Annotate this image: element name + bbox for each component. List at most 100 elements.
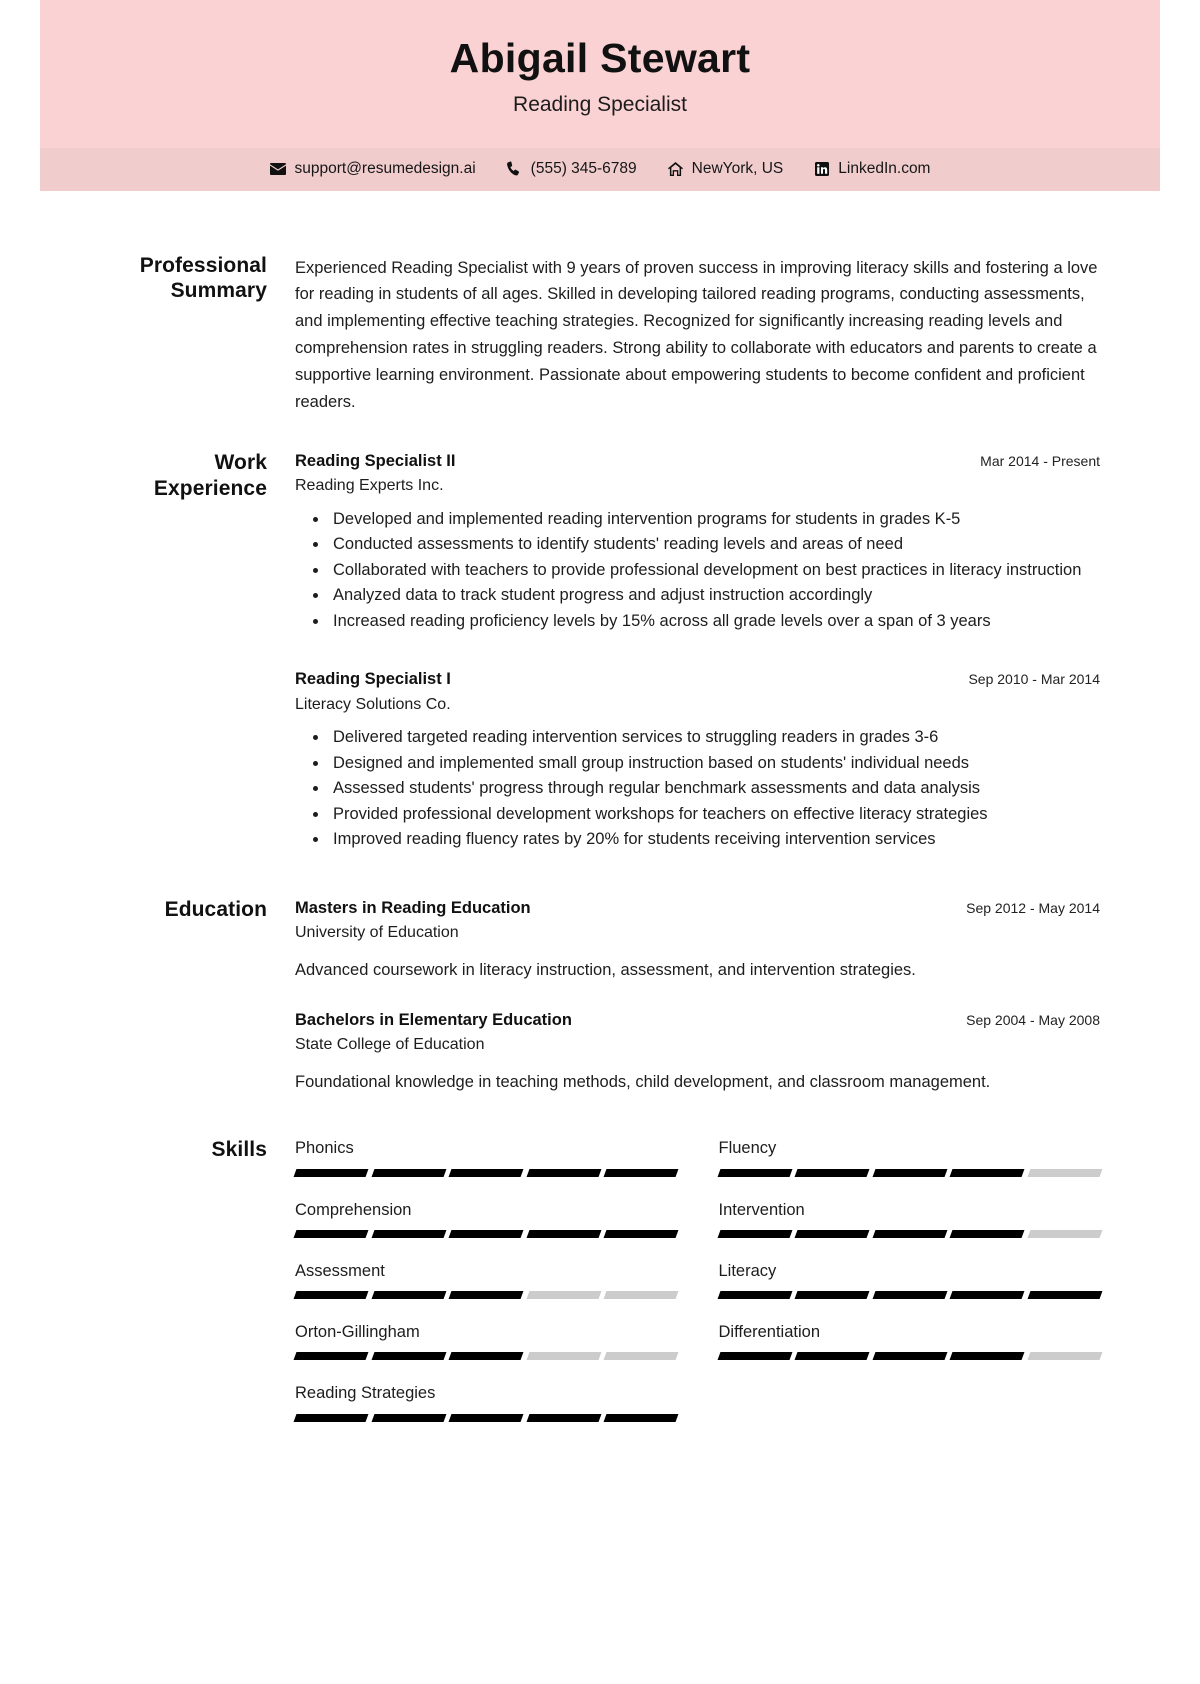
skill-level-bar [717, 1229, 1102, 1238]
skill-segment-filled [717, 1352, 792, 1361]
skill-segment-filled [872, 1168, 947, 1177]
section-work-experience: Work Experience Reading Specialist II Ma… [100, 416, 1100, 853]
skill-item: Fluency [717, 1137, 1102, 1198]
skill-item: Differentiation [717, 1321, 1102, 1382]
skill-name: Reading Strategies [295, 1384, 436, 1403]
skill-segment-filled [448, 1352, 523, 1361]
work-bullet: Developed and implemented reading interv… [329, 507, 1100, 533]
education-entry-degree: Masters in Reading Education [295, 898, 531, 917]
skill-name: Fluency [718, 1139, 777, 1158]
skill-segment-filled [371, 1413, 446, 1422]
bottom-spacer [100, 1464, 1100, 1474]
work-bullet: Delivered targeted reading intervention … [329, 725, 1100, 751]
education-entry: Bachelors in Elementary Education Sep 20… [295, 1009, 1100, 1095]
skills-grid: Phonics Fluency Comprehension Intervention A… [293, 1137, 1102, 1443]
education-entries: Masters in Reading Education Sep 2012 - … [295, 897, 1100, 1095]
work-bullet: Assessed students' progress through regu… [329, 776, 1100, 802]
candidate-job-title: Reading Specialist [513, 93, 687, 117]
skill-segment-filled [293, 1352, 368, 1361]
skill-segment-filled [293, 1291, 368, 1300]
skill-segment-filled [949, 1229, 1024, 1238]
skill-name: Intervention [718, 1200, 805, 1219]
section-education: Education Masters in Reading Education S… [100, 853, 1100, 1095]
skill-item: Intervention [717, 1199, 1102, 1260]
skill-segment-filled [371, 1291, 446, 1300]
education-entry-description: Foundational knowledge in teaching metho… [295, 1072, 991, 1091]
skill-segment-empty [1027, 1352, 1102, 1361]
resume-header: Abigail Stewart Reading Specialist [40, 0, 1160, 148]
education-entry-date: Sep 2004 - May 2008 [966, 1012, 1100, 1029]
linkedin-icon [813, 161, 830, 176]
work-entry-head: Reading Specialist II Mar 2014 - Present [295, 450, 1100, 472]
section-label-skills: Skills [211, 1138, 267, 1162]
section-label-education: Education [164, 897, 267, 921]
skill-segment-filled [526, 1168, 601, 1177]
skill-name: Assessment [295, 1261, 385, 1280]
skill-item: Reading Strategies [293, 1382, 678, 1443]
skill-level-bar [717, 1291, 1102, 1300]
skill-level-bar [717, 1168, 1102, 1177]
work-entry-company: Literacy Solutions Co. [295, 695, 451, 713]
education-entry: Masters in Reading Education Sep 2012 - … [295, 897, 1100, 983]
section-label-work: Work Experience [153, 450, 267, 500]
skill-segment-empty [603, 1291, 678, 1300]
summary-body: Experienced Reading Specialist with 9 ye… [295, 253, 1100, 416]
skill-segment-filled [794, 1352, 869, 1361]
skill-name: Orton-Gillingham [295, 1323, 420, 1342]
skill-segment-filled [526, 1229, 601, 1238]
skill-segment-filled [371, 1168, 446, 1177]
skill-segment-filled [794, 1168, 869, 1177]
contact-phone[interactable]: (555) 345-6789 [506, 160, 637, 178]
education-entry-head: Masters in Reading Education Sep 2012 - … [295, 897, 1100, 919]
skill-segment-filled [448, 1413, 523, 1422]
contact-email-text: support@resumedesign.ai [294, 159, 476, 177]
skill-segment-filled [717, 1229, 792, 1238]
skill-segment-filled [949, 1168, 1024, 1177]
skill-segment-filled [448, 1229, 523, 1238]
skill-level-bar [293, 1352, 678, 1361]
education-entry-degree: Bachelors in Elementary Education [295, 1011, 572, 1030]
work-entry-title: Reading Specialist I [295, 670, 451, 689]
skill-segment-filled [717, 1168, 792, 1177]
work-entries: Reading Specialist II Mar 2014 - Present… [295, 450, 1100, 853]
contact-email[interactable]: support@resumedesign.ai [270, 160, 476, 178]
phone-icon [506, 161, 523, 176]
skill-item: Phonics [293, 1137, 678, 1198]
skill-segment-filled [794, 1291, 869, 1300]
work-bullet: Improved reading fluency rates by 20% fo… [329, 827, 1100, 853]
contact-location-text: NewYork, US [691, 159, 784, 177]
section-professional-summary: Professional Summary Experienced Reading… [100, 191, 1100, 416]
skill-segment-filled [872, 1229, 947, 1238]
skill-segment-empty [526, 1291, 601, 1300]
work-bullet: Provided professional development worksh… [329, 802, 1100, 828]
skill-segment-filled [1027, 1291, 1102, 1300]
work-entry-head: Reading Specialist I Sep 2010 - Mar 2014 [295, 668, 1100, 690]
skill-level-bar [293, 1168, 678, 1177]
skill-segment-filled [872, 1291, 947, 1300]
work-bullet: Conducted assessments to identify studen… [329, 532, 1100, 558]
skill-item: Assessment [293, 1260, 678, 1321]
skill-segment-filled [293, 1413, 368, 1422]
work-entry-bullets: Delivered targeted reading intervention … [295, 725, 1100, 853]
skill-item: Orton-Gillingham [293, 1321, 678, 1382]
skill-level-bar [293, 1291, 678, 1300]
skill-item: Literacy [717, 1260, 1102, 1321]
skill-segment-filled [293, 1168, 368, 1177]
contact-linkedin[interactable]: LinkedIn.com [813, 160, 930, 178]
skill-segment-filled [526, 1413, 601, 1422]
contact-phone-text: (555) 345-6789 [530, 159, 637, 177]
contact-linkedin-text: LinkedIn.com [838, 159, 931, 177]
skills-body: Phonics Fluency Comprehension Intervention A… [293, 1137, 1102, 1443]
skill-segment-filled [603, 1413, 678, 1422]
resume-page: Abigail Stewart Reading Specialist suppo… [40, 0, 1160, 1474]
skill-name: Differentiation [718, 1323, 821, 1342]
work-bullet: Collaborated with teachers to provide pr… [329, 558, 1100, 584]
section-skills: Skills Phonics Fluency Comprehension Interv… [100, 1095, 1102, 1463]
skill-segment-filled [371, 1352, 446, 1361]
work-bullet: Analyzed data to track student progress … [329, 583, 1100, 609]
work-entry: Reading Specialist I Sep 2010 - Mar 2014… [295, 668, 1100, 852]
education-entry-school: State College of Education [295, 1036, 485, 1054]
work-entry-date: Mar 2014 - Present [980, 452, 1100, 469]
contact-bar: support@resumedesign.ai (555) 345-6789 N… [40, 147, 1160, 191]
work-entry-company: Reading Experts Inc. [295, 477, 444, 495]
